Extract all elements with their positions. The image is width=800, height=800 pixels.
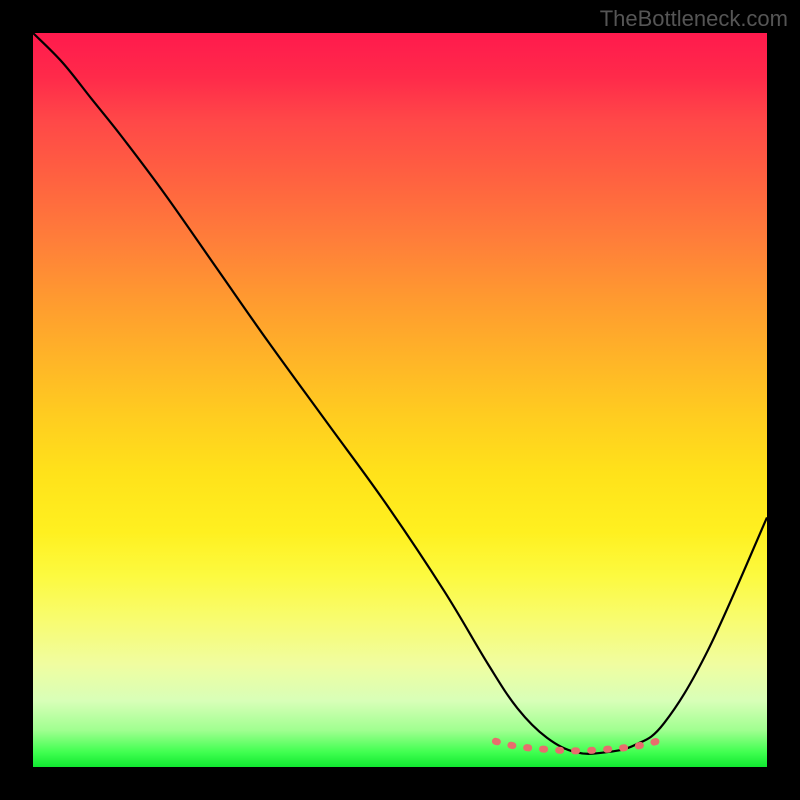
- watermark-text: TheBottleneck.com: [600, 6, 788, 32]
- bottleneck-curve-line: [33, 33, 767, 754]
- chart-svg: [33, 33, 767, 767]
- plot-area: [33, 33, 767, 767]
